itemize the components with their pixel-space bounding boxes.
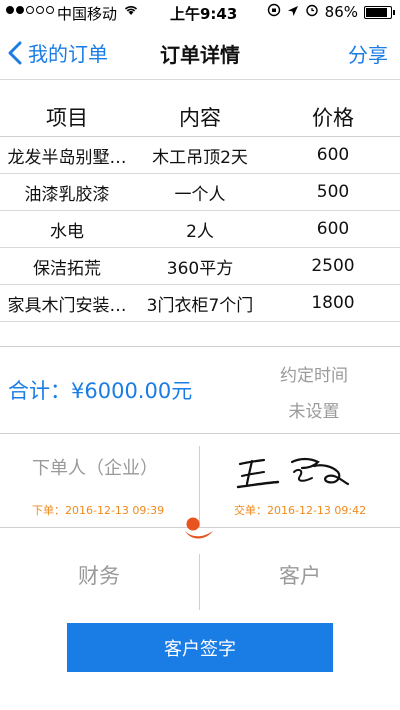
battery-percent: 86% xyxy=(324,3,358,21)
share-button[interactable]: 分享 xyxy=(348,39,388,68)
handwritten-signature xyxy=(234,452,352,498)
carrier-name: 中国移动 xyxy=(57,5,118,23)
row-price: 2500 xyxy=(311,256,355,276)
approval-section: 财务 客户 xyxy=(0,528,400,610)
row-price: 600 xyxy=(316,219,350,239)
customer-signature-slot[interactable]: 客户 xyxy=(200,560,400,590)
battery-icon xyxy=(364,5,395,19)
header-price: 价格 xyxy=(312,105,354,130)
deliver-timestamp: 交单：2016-12-13 09:42 xyxy=(234,504,367,517)
order-items-table: 项目 内容 价格 龙发半岛别墅… 木工吊顶2天 600 油漆乳胶漆 一个人 50… xyxy=(0,97,400,322)
navigation-bar: 我的订单 订单详情 分享 xyxy=(0,26,400,80)
order-total: 合计：¥6000.00元 xyxy=(8,379,193,403)
customer-sign-button[interactable]: 客户签字 xyxy=(67,623,333,672)
row-content: 一个人 xyxy=(174,184,226,205)
row-content: 2人 xyxy=(186,221,214,242)
row-item: 油漆乳胶漆 xyxy=(24,184,110,205)
row-price: 600 xyxy=(316,145,350,165)
table-row: 水电 2人 600 xyxy=(0,211,400,248)
order-timestamp: 下单：2016-12-13 09:39 xyxy=(32,504,165,517)
row-item: 家具木门安装… xyxy=(7,295,127,316)
chevron-left-icon xyxy=(8,41,22,64)
header-item: 项目 xyxy=(46,105,88,130)
table-row: 保洁拓荒 360平方 2500 xyxy=(0,248,400,285)
table-row: 油漆乳胶漆 一个人 500 xyxy=(0,174,400,211)
row-item: 水电 xyxy=(50,221,84,242)
location-icon xyxy=(287,3,299,21)
appointment-time-value[interactable]: 未设置 xyxy=(256,397,372,422)
row-content: 3门衣柜7个门 xyxy=(146,295,254,316)
summary-section: 合计：¥6000.00元 约定时间 未设置 xyxy=(0,346,400,434)
table-header: 项目 内容 价格 xyxy=(0,97,400,137)
finance-signature-slot[interactable]: 财务 xyxy=(0,560,198,590)
back-button[interactable]: 我的订单 xyxy=(8,38,108,67)
row-content: 木工吊顶2天 xyxy=(152,147,248,168)
header-content: 内容 xyxy=(179,105,221,130)
table-row: 龙发半岛别墅… 木工吊顶2天 600 xyxy=(0,137,400,174)
appointment-time-label: 约定时间 xyxy=(280,366,348,386)
row-price: 500 xyxy=(316,182,350,202)
signal-dots-icon xyxy=(6,6,54,14)
row-content: 360平方 xyxy=(166,258,234,279)
status-bar: 中国移动 上午9:43 86% xyxy=(0,0,400,26)
orderer-label: 下单人（企业） xyxy=(32,458,158,479)
alarm-icon xyxy=(305,3,319,21)
wifi-icon xyxy=(123,4,139,20)
status-time: 上午9:43 xyxy=(170,5,238,23)
row-item: 保洁拓荒 xyxy=(33,258,101,279)
orientation-lock-icon xyxy=(267,3,281,21)
row-price: 1800 xyxy=(311,293,355,313)
table-row: 家具木门安装… 3门衣柜7个门 1800 xyxy=(0,285,400,322)
row-item: 龙发半岛别墅… xyxy=(7,147,127,168)
back-label: 我的订单 xyxy=(28,42,108,66)
